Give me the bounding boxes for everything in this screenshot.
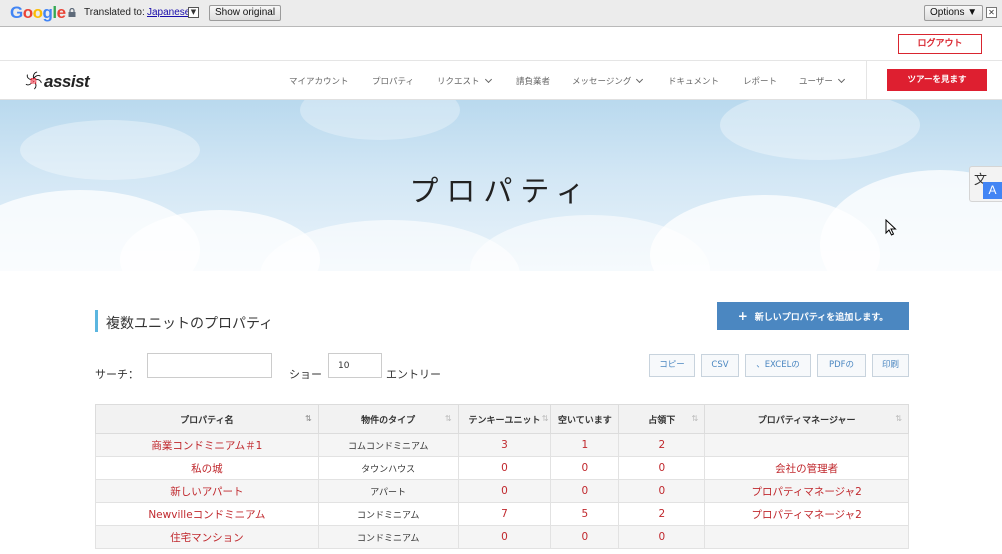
table-row: 私の城 タウンハウス 0 0 0 会社の管理者 xyxy=(95,456,909,480)
logo-text[interactable]: assist xyxy=(44,72,90,92)
nav-requests[interactable]: リクエスト xyxy=(437,75,492,87)
manager-link[interactable]: プロパティマネージャ2 xyxy=(704,502,909,526)
header-divider xyxy=(0,60,1002,61)
sort-icon[interactable]: ⇅ xyxy=(542,414,549,423)
nav-users[interactable]: ユーザー xyxy=(799,75,845,87)
options-button[interactable]: Options ▼ xyxy=(924,5,984,21)
nav-property[interactable]: プロパティ xyxy=(372,75,414,87)
property-name-link[interactable]: 住宅マンション xyxy=(95,525,319,549)
property-type-cell: コンドミニアム xyxy=(317,502,459,526)
pdf-button[interactable]: PDFの xyxy=(817,354,866,377)
property-type-cell: アパート xyxy=(317,479,459,503)
svg-text:@: @ xyxy=(31,79,36,85)
mouse-cursor-icon xyxy=(885,219,897,236)
table-row: 新しいアパート アパート 0 0 0 プロパティマネージャ2 xyxy=(95,479,909,503)
manager-link[interactable]: プロパティマネージャ2 xyxy=(704,479,909,503)
units-link[interactable]: 7 xyxy=(457,502,552,526)
chevron-down-icon xyxy=(636,75,644,84)
occupied-link[interactable]: 2 xyxy=(618,502,706,526)
table-row: 商業コンドミニアム＃1 コムコンドミニアム 3 1 2 xyxy=(95,433,909,457)
google-logo: Google xyxy=(10,3,66,22)
csv-button[interactable]: CSV xyxy=(701,354,739,377)
property-name-link[interactable]: 私の城 xyxy=(95,456,319,480)
occupied-link[interactable]: 0 xyxy=(618,479,706,503)
col-manager[interactable]: プロパティマネージャー ⇅ xyxy=(704,404,909,434)
nav-messaging[interactable]: メッセージング xyxy=(572,75,644,87)
copy-button[interactable]: コピー xyxy=(649,354,695,377)
manager-link[interactable] xyxy=(704,525,909,549)
translate-bar: Google Translated to: Japanese ▼ Show or… xyxy=(0,0,1002,27)
col-occupied[interactable]: 占領下 ⇅ xyxy=(618,404,706,434)
vacant-link[interactable]: 0 xyxy=(550,525,620,549)
sort-icon[interactable]: ⇅ xyxy=(692,414,699,423)
occupied-link[interactable]: 0 xyxy=(618,456,706,480)
translate-a-icon[interactable]: A xyxy=(983,182,1002,199)
occupied-link[interactable]: 0 xyxy=(618,525,706,549)
nav-my-account[interactable]: マイアカウント xyxy=(289,75,349,87)
nav-documents[interactable]: ドキュメント xyxy=(668,75,719,87)
occupied-link[interactable]: 2 xyxy=(618,433,706,457)
search-input[interactable] xyxy=(147,353,272,378)
logout-button[interactable]: ログアウト xyxy=(898,34,982,54)
entries-select[interactable]: 10 xyxy=(328,353,382,378)
col-property-type[interactable]: 物件のタイプ ⇅ xyxy=(317,404,459,434)
property-name-link[interactable]: 新しいアパート xyxy=(95,479,319,503)
section-accent-bar xyxy=(95,310,98,332)
nav-contractors[interactable]: 請負業者 xyxy=(516,75,550,87)
property-type-cell: タウンハウス xyxy=(317,456,459,480)
manager-link[interactable] xyxy=(704,433,909,457)
table-row: Newvilleコンドミニアム コンドミニアム 7 5 2 プロパティマネージャ… xyxy=(95,502,909,526)
print-button[interactable]: 印刷 xyxy=(872,354,909,377)
units-link[interactable]: 3 xyxy=(457,433,552,457)
property-type-cell: コムコンドミニアム xyxy=(317,433,459,457)
search-label: サーチ： xyxy=(95,368,139,381)
property-name-link[interactable]: 商業コンドミニアム＃1 xyxy=(95,433,319,457)
units-link[interactable]: 0 xyxy=(457,456,552,480)
entries-label: エントリー xyxy=(386,368,441,381)
properties-table: プロパティ名 ⇅ 物件のタイプ ⇅ テンキーユニット ⇅ 空いています 占領下 ⇅ プロ… xyxy=(95,404,909,549)
nav-reports[interactable]: レポート xyxy=(743,75,777,87)
section-title: 複数ユニットのプロパティ xyxy=(106,316,274,332)
chevron-down-icon xyxy=(837,75,845,84)
col-property-name[interactable]: プロパティ名 ⇅ xyxy=(95,404,319,434)
vacant-link[interactable]: 0 xyxy=(550,456,620,480)
vacant-link[interactable]: 1 xyxy=(550,433,620,457)
units-link[interactable]: 0 xyxy=(457,479,552,503)
table-row: 住宅マンション コンドミニアム 0 0 0 xyxy=(95,525,909,549)
property-type-cell: コンドミニアム xyxy=(317,525,459,549)
translated-to-label: Translated to: xyxy=(84,7,145,18)
col-units[interactable]: テンキーユニット ⇅ xyxy=(457,404,552,434)
show-label: ショー xyxy=(289,368,322,381)
col-vacant[interactable]: 空いています xyxy=(550,404,620,434)
units-link[interactable]: 0 xyxy=(457,525,552,549)
vacant-link[interactable]: 5 xyxy=(550,502,620,526)
table-header-row: プロパティ名 ⇅ 物件のタイプ ⇅ テンキーユニット ⇅ 空いています 占領下 ⇅ プロ… xyxy=(95,404,909,434)
tour-button[interactable]: ツアーを見ます xyxy=(887,69,987,91)
sort-asc-icon[interactable]: ⇅ xyxy=(305,414,312,423)
close-translate-icon[interactable]: ✕ xyxy=(986,7,997,18)
page-title: プロパティ xyxy=(409,174,593,208)
property-name-link[interactable]: Newvilleコンドミニアム xyxy=(95,502,319,526)
plus-icon: + xyxy=(737,309,748,323)
manager-link[interactable]: 会社の管理者 xyxy=(704,456,909,480)
nav-divider xyxy=(866,61,867,99)
sort-icon[interactable]: ⇅ xyxy=(445,414,452,423)
lock-icon xyxy=(68,8,76,17)
chevron-down-icon xyxy=(484,75,492,84)
show-original-button[interactable]: Show original xyxy=(209,5,282,21)
sort-icon[interactable]: ⇅ xyxy=(895,414,902,423)
language-link[interactable]: Japanese xyxy=(147,7,190,18)
add-property-button[interactable]: + 新しいプロパティを追加します。 xyxy=(717,302,909,330)
excel-button[interactable]: 、EXCELの xyxy=(745,354,811,377)
language-dropdown-icon[interactable]: ▼ xyxy=(188,7,199,18)
vacant-link[interactable]: 0 xyxy=(550,479,620,503)
